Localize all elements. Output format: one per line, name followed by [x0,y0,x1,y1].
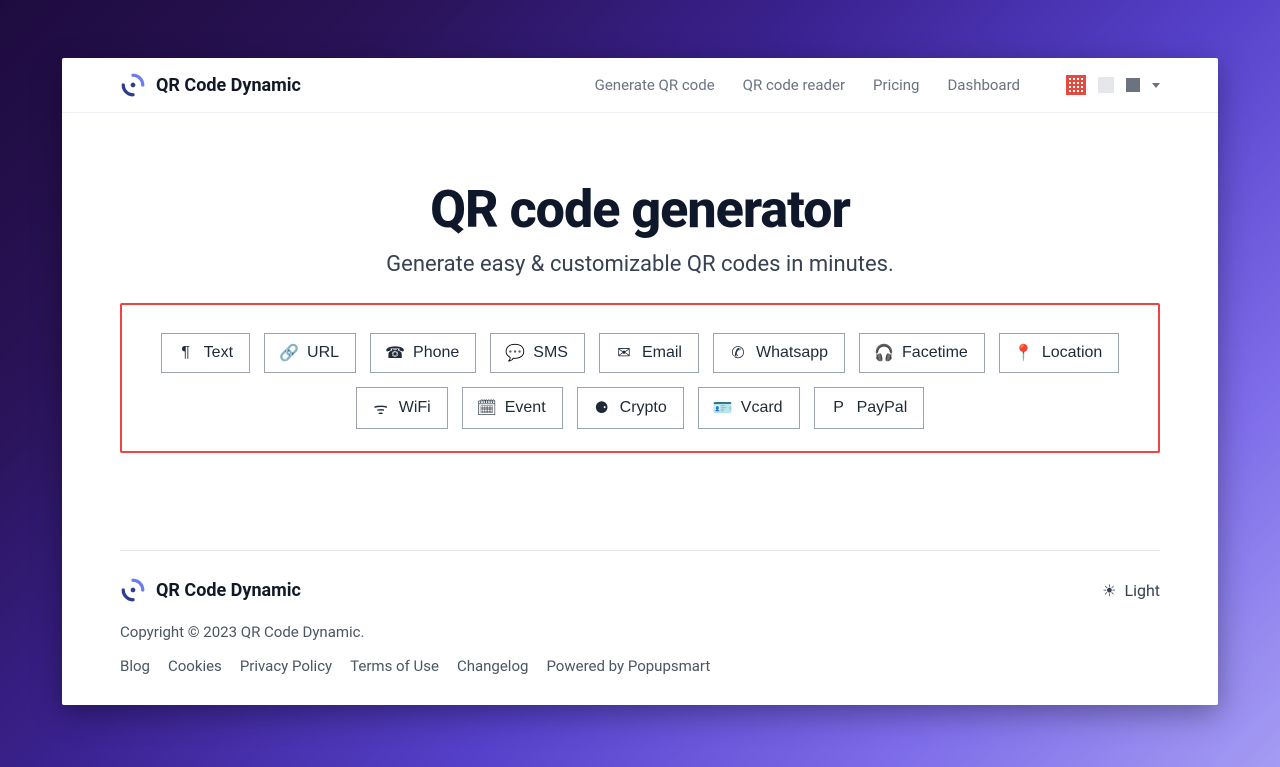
footer-link[interactable]: Terms of Use [350,657,439,675]
nav-reader[interactable]: QR code reader [743,76,845,94]
type-btn-label: Phone [413,344,459,362]
headset-icon: 🎧 [876,343,892,363]
type-btn-label: SMS [533,344,568,362]
qr-thumbnail-icon[interactable] [1066,75,1086,95]
coin-icon: ⚈ [594,398,610,418]
type-btn-wifi[interactable]: ᯤ WiFi [356,387,448,429]
page-subtitle: Generate easy & customizable QR codes in… [386,252,894,277]
id-card-icon: 🪪 [715,398,731,418]
paypal-icon: P [831,399,847,417]
brand[interactable]: QR Code Dynamic [120,72,301,98]
whatsapp-icon: ✆ [730,343,746,363]
footer-brand-name: QR Code Dynamic [156,580,301,601]
footer-link[interactable]: Blog [120,657,150,675]
nav-pricing[interactable]: Pricing [873,76,919,94]
type-btn-label: Location [1042,344,1103,362]
nav-account-area [1066,75,1160,95]
account-menu-icon[interactable] [1126,78,1140,92]
header: QR Code Dynamic Generate QR code QR code… [62,58,1218,113]
primary-nav: Generate QR code QR code reader Pricing … [595,75,1160,95]
footer-link[interactable]: Powered by Popupsmart [546,657,710,675]
type-btn-url[interactable]: 🔗 URL [264,333,356,373]
sun-icon: ☀ [1102,581,1116,600]
type-btn-crypto[interactable]: ⚈ Crypto [577,387,684,429]
type-btn-label: Vcard [741,399,783,417]
page-title: QR code generator [430,179,850,240]
footer-top: QR Code Dynamic ☀ Light [120,577,1160,603]
chevron-down-icon[interactable] [1152,83,1160,88]
pin-icon: 📍 [1016,343,1032,363]
type-btn-sms[interactable]: 💬 SMS [490,333,585,373]
main-content: QR code generator Generate easy & custom… [62,113,1218,510]
footer-brand[interactable]: QR Code Dynamic [120,577,301,603]
app-window: QR Code Dynamic Generate QR code QR code… [62,58,1218,705]
type-btn-label: Facetime [902,344,968,362]
type-btn-label: Email [642,344,682,362]
brand-logo-icon [120,577,146,603]
footer-link[interactable]: Cookies [168,657,222,675]
type-btn-label: Event [505,399,546,417]
chat-icon: 💬 [507,343,523,363]
brand-name: QR Code Dynamic [156,75,301,96]
phone-icon: ☎ [387,343,403,363]
wifi-icon: ᯤ [373,397,389,419]
type-btn-email[interactable]: ✉ Email [599,333,699,373]
theme-toggle[interactable]: ☀ Light [1102,581,1160,600]
type-btn-facetime[interactable]: 🎧 Facetime [859,333,985,373]
qr-type-selector: ¶ Text 🔗 URL ☎ Phone 💬 SMS ✉ Email ✆ Whatsapp 🎧 Facet… [120,303,1160,453]
theme-label: Light [1124,581,1160,600]
pilcrow-icon: ¶ [178,344,194,362]
type-btn-location[interactable]: 📍 Location [999,333,1120,373]
nav-generate[interactable]: Generate QR code [595,76,715,94]
type-btn-label: Text [204,344,233,362]
footer-link[interactable]: Changelog [457,657,528,675]
copyright-text: Copyright © 2023 QR Code Dynamic. [120,623,1160,641]
type-btn-label: Crypto [620,399,667,417]
type-btn-text[interactable]: ¶ Text [161,333,250,373]
type-btn-whatsapp[interactable]: ✆ Whatsapp [713,333,845,373]
footer-link[interactable]: Privacy Policy [240,657,332,675]
footer-links: Blog Cookies Privacy Policy Terms of Use Cha… [120,657,1160,675]
type-btn-event[interactable]: 🗓 Event [462,387,563,429]
type-btn-phone[interactable]: ☎ Phone [370,333,476,373]
type-btn-vcard[interactable]: 🪪 Vcard [698,387,800,429]
type-btn-label: URL [307,344,339,362]
type-btn-label: Whatsapp [756,344,828,362]
nav-dashboard[interactable]: Dashboard [947,76,1020,94]
brand-logo-icon [120,72,146,98]
type-btn-paypal[interactable]: P PayPal [814,387,925,429]
type-btn-label: PayPal [857,399,908,417]
envelope-icon: ✉ [616,343,632,363]
footer: QR Code Dynamic ☀ Light Copyright © 2023… [62,551,1218,705]
calendar-icon: 🗓 [479,398,495,418]
type-btn-label: WiFi [399,399,431,417]
avatar-placeholder-icon [1098,77,1114,93]
link-icon: 🔗 [281,343,297,363]
